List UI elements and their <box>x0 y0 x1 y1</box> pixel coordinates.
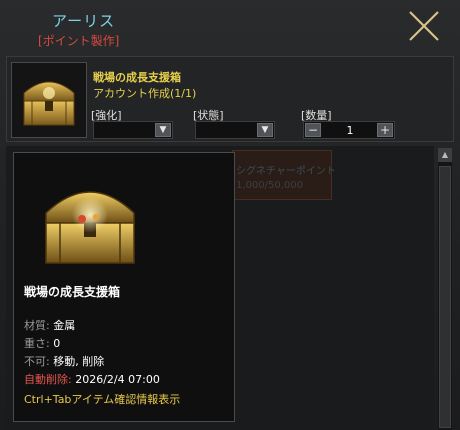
scrollbar[interactable]: ▲ <box>438 148 452 430</box>
tooltip-autodelete-row: 自動削除: 2026/2/4 07:00 <box>24 371 160 387</box>
enhance-dropdown[interactable]: ▼ <box>93 121 173 139</box>
point-crafting-window: アーリス [ポイント製作] 戦場の成長支援箱 アカウント作成(1/1) [強化]… <box>0 0 460 430</box>
item-name: 戦場の成長支援箱 <box>93 71 181 84</box>
material-value: 金属 <box>53 319 76 332</box>
item-tooltip: 戦場の成長支援箱 材質: 金属 重さ: 0 不可: 移動, 削除 自動削除: 2… <box>13 152 235 422</box>
material-key: 材質: <box>24 319 50 332</box>
weight-value: 0 <box>53 337 61 350</box>
signature-point-label: シグネチャーポイント <box>236 166 336 177</box>
chevron-up-icon[interactable]: ▲ <box>438 148 452 162</box>
chevron-down-icon[interactable]: ▼ <box>257 123 273 137</box>
plus-icon[interactable]: + <box>377 123 393 137</box>
window-title: アーリス <box>52 12 116 30</box>
close-icon[interactable] <box>404 6 444 46</box>
window-subtitle: [ポイント製作] <box>38 34 120 48</box>
autodelete-key: 自動削除: <box>24 373 72 386</box>
scrollbar-thumb[interactable] <box>439 166 451 428</box>
treasure-chest-icon[interactable] <box>11 62 87 138</box>
tooltip-restriction-row: 不可: 移動, 削除 <box>24 353 104 369</box>
autodelete-value: 2026/2/4 07:00 <box>75 373 160 386</box>
tooltip-weight-row: 重さ: 0 <box>24 335 60 351</box>
treasure-chest-icon <box>30 167 150 271</box>
quantity-stepper[interactable]: − 1 + <box>303 121 395 139</box>
item-craft-limit: アカウント作成(1/1) <box>93 87 197 100</box>
restriction-key: 不可: <box>24 355 50 368</box>
item-header-bar: 戦場の成長支援箱 アカウント作成(1/1) [強化] ▼ [状態] ▼ [数量]… <box>6 56 454 142</box>
state-dropdown[interactable]: ▼ <box>195 121 275 139</box>
tooltip-title: 戦場の成長支援箱 <box>24 285 121 299</box>
quantity-value: 1 <box>346 124 354 137</box>
minus-icon[interactable]: − <box>305 123 321 137</box>
chevron-down-icon[interactable]: ▼ <box>155 123 171 137</box>
signature-point-value: 1,000/50,000 <box>236 180 303 191</box>
tooltip-material-row: 材質: 金属 <box>24 317 75 333</box>
tooltip-hint: Ctrl+Tabアイテム確認情報表示 <box>24 393 181 406</box>
weight-key: 重さ: <box>24 337 50 350</box>
restriction-value: 移動, 削除 <box>53 355 105 368</box>
